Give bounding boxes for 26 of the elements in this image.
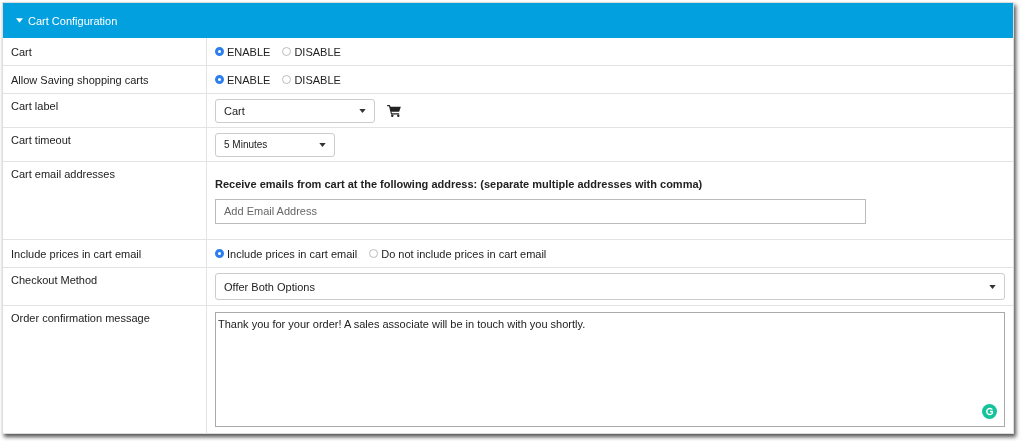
field-label: Cart email addresses [11, 168, 115, 180]
radio-option[interactable]: Include prices in cart email [215, 247, 358, 260]
radio-option[interactable]: ENABLE [215, 73, 271, 86]
field-label: Checkout Method [11, 274, 98, 286]
field-label: Allow Saving shopping carts [11, 74, 149, 86]
radio-option[interactable]: Do not include prices in cart email [369, 247, 547, 260]
radio-option[interactable]: DISABLE [282, 45, 341, 58]
field-label: Cart timeout [11, 134, 71, 146]
radio-option[interactable]: DISABLE [282, 73, 341, 86]
field-label: Order confirmation message [11, 312, 150, 324]
caret-icon [989, 284, 996, 289]
message-field[interactable]: Thank you for your order! A sales associate will be in touch with you shortly. [215, 312, 1005, 427]
caret-icon [319, 142, 326, 147]
message-text: Thank you for your order! A sales associate will be in touch with you shortly. [218, 318, 586, 330]
dropdown[interactable]: Offer Both Options [215, 273, 1005, 300]
grammar-icon[interactable] [982, 404, 997, 419]
panel-title: Cart Configuration [28, 14, 118, 27]
dropdown[interactable]: Cart [215, 98, 375, 123]
field-label: Include prices in cart email [11, 248, 142, 260]
field-label: Cart label [11, 100, 59, 112]
email-field[interactable]: Add Email Address [215, 198, 866, 224]
caret-icon [359, 108, 366, 113]
hint-text: Receive emails from cart at the following address: (separate multiple addresses with comma) [215, 177, 703, 190]
radio-option[interactable]: ENABLE [215, 45, 271, 58]
dropdown[interactable]: 5 Minutes [215, 132, 335, 157]
field-label: Cart [11, 46, 32, 58]
